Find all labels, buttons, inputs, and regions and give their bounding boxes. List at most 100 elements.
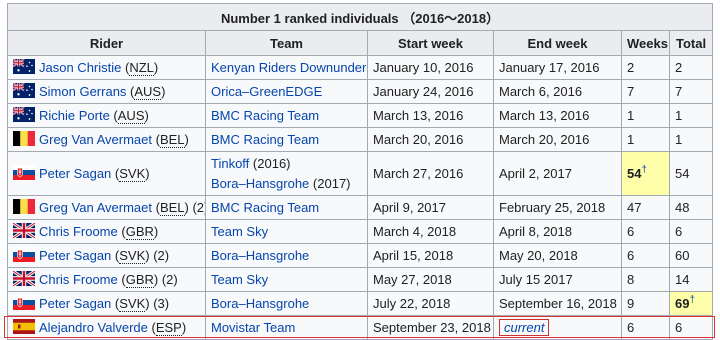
- rider-link[interactable]: Simon Gerrans: [39, 84, 126, 99]
- end-week-cell: January 17, 2016: [493, 55, 622, 80]
- rider-cell: Greg Van Avermaet (BEL) (2): [7, 195, 206, 220]
- team-link[interactable]: Kenyan Riders Downunder: [211, 60, 366, 75]
- weeks-cell-record: 54†: [621, 151, 670, 196]
- team-link[interactable]: Tinkoff: [211, 156, 249, 171]
- total-cell: 60: [668, 243, 714, 268]
- country-code[interactable]: GBR: [125, 271, 154, 288]
- belgium-flag-icon: [13, 130, 35, 149]
- slovakia-flag-icon: [13, 294, 35, 313]
- rider-cell: Peter Sagan (SVK): [7, 151, 206, 196]
- end-week-cell: April 2, 2017: [493, 151, 622, 196]
- team-link[interactable]: Team Sky: [211, 224, 268, 239]
- team-link[interactable]: BMC Racing Team: [211, 132, 319, 147]
- header-weeks[interactable]: Weeks: [621, 30, 670, 56]
- header-total[interactable]: Total: [668, 30, 714, 56]
- team-cell: BMC Racing Team: [205, 103, 368, 128]
- team-link[interactable]: Team Sky: [211, 272, 268, 287]
- weeks-cell: 8: [621, 267, 670, 292]
- start-week-cell: September 23, 2018: [367, 315, 494, 340]
- rider-link[interactable]: Richie Porte: [39, 108, 110, 123]
- team-link[interactable]: BMC Racing Team: [211, 108, 319, 123]
- country-code[interactable]: SVK: [119, 295, 146, 312]
- header-start-week[interactable]: Start week: [367, 30, 494, 56]
- rider-link[interactable]: Peter Sagan: [39, 248, 111, 263]
- end-week-cell: April 8, 2018: [493, 219, 622, 244]
- rider-link[interactable]: Chris Froome: [39, 224, 118, 239]
- total-cell: 6: [668, 315, 714, 340]
- team-link[interactable]: Orica–GreenEDGE: [211, 84, 322, 99]
- rider-link[interactable]: Peter Sagan: [39, 296, 111, 311]
- country-code[interactable]: SVK: [119, 165, 146, 182]
- total-cell: 6: [668, 219, 714, 244]
- total-cell: 2: [668, 55, 714, 80]
- team-link[interactable]: Bora–Hansgrohe: [211, 176, 309, 191]
- country-code[interactable]: AUS: [117, 107, 145, 124]
- country-code[interactable]: AUS: [134, 83, 162, 100]
- rider-link[interactable]: Peter Sagan: [39, 166, 111, 181]
- team-link[interactable]: Bora–Hansgrohe: [211, 248, 309, 263]
- rider-cell: Chris Froome (GBR): [7, 219, 206, 244]
- start-week-cell: March 20, 2016: [367, 127, 494, 152]
- weeks-cell: 1: [621, 103, 670, 128]
- table-row: Peter Sagan (SVK) (2) Bora–Hansgrohe April…: [7, 243, 714, 268]
- team-cell: Team Sky: [205, 267, 368, 292]
- team-years: (2017): [312, 175, 351, 191]
- end-week-cell: March 13, 2016: [493, 103, 622, 128]
- start-week-cell: March 13, 2016: [367, 103, 494, 128]
- team-link[interactable]: Movistar Team: [211, 320, 295, 335]
- record-dagger: †: [641, 164, 648, 176]
- weeks-cell: 7: [621, 79, 670, 104]
- table-row: Peter Sagan (SVK) Tinkoff (2016) Bora–Hans…: [7, 151, 714, 196]
- rider-cell: Peter Sagan (SVK) (3): [7, 291, 206, 316]
- weeks-cell: 2: [621, 55, 670, 80]
- table-row: Alejandro Valverde (ESP) Movistar Team Sep…: [7, 315, 714, 340]
- spain-flag-icon: [13, 318, 35, 337]
- country-code[interactable]: SVK: [119, 247, 146, 264]
- table-row: Simon Gerrans (AUS) Orica–GreenEDGE Januar…: [7, 79, 714, 104]
- rider-link[interactable]: Alejandro Valverde: [39, 320, 148, 335]
- weeks-value: 54: [627, 166, 642, 181]
- start-week-cell: January 24, 2016: [367, 79, 494, 104]
- rider-link[interactable]: Greg Van Avermaet: [39, 200, 152, 215]
- team-link[interactable]: BMC Racing Team: [211, 200, 319, 215]
- end-week-cell: May 20, 2018: [493, 243, 622, 268]
- end-week-cell: July 15 2017: [493, 267, 622, 292]
- united-kingdom-flag-icon: [12, 269, 36, 289]
- end-week-cell: March 6, 2016: [493, 79, 622, 104]
- rider-link[interactable]: Jason Christie: [39, 60, 121, 75]
- australia-flag-icon: [12, 81, 35, 101]
- table-row: Greg Van Avermaet (BEL) BMC Racing Team Ma…: [7, 127, 714, 152]
- header-end-week[interactable]: End week: [493, 30, 622, 56]
- country-code[interactable]: GBR: [125, 223, 154, 240]
- total-cell: 7: [668, 79, 714, 104]
- header-team[interactable]: Team: [205, 30, 368, 56]
- rider-cell: Chris Froome (GBR) (2): [7, 267, 206, 292]
- total-cell: 14: [668, 267, 714, 292]
- rankings-table: Number 1 ranked individuals （2016～2018） …: [6, 3, 714, 340]
- stint-count: (3): [153, 295, 170, 311]
- team-cell: Team Sky: [205, 219, 368, 244]
- header-rider[interactable]: Rider: [7, 30, 206, 56]
- rider-link[interactable]: Chris Froome: [39, 272, 118, 287]
- rider-cell: Simon Gerrans (AUS): [7, 79, 206, 104]
- total-cell: 48: [668, 195, 714, 220]
- team-years: (2016): [252, 155, 291, 171]
- united-kingdom-flag-icon: [12, 221, 36, 241]
- country-code[interactable]: NZL: [129, 59, 154, 76]
- rider-link[interactable]: Greg Van Avermaet: [39, 132, 152, 147]
- table-row: Chris Froome (GBR) Team Sky March 4, 2018 A…: [7, 219, 714, 244]
- australia-flag-icon: [12, 105, 35, 125]
- table-row: Peter Sagan (SVK) (3) Bora–Hansgrohe July …: [7, 291, 714, 316]
- record-dagger: †: [689, 294, 696, 306]
- rider-cell: Peter Sagan (SVK) (2): [7, 243, 206, 268]
- team-cell: Tinkoff (2016) Bora–Hansgrohe (2017): [205, 151, 368, 196]
- team-link[interactable]: Bora–Hansgrohe: [211, 296, 309, 311]
- table-row: Richie Porte (AUS) BMC Racing Team March 1…: [7, 103, 714, 128]
- start-week-cell: April 15, 2018: [367, 243, 494, 268]
- country-code[interactable]: ESP: [155, 319, 182, 336]
- start-week-cell: May 27, 2018: [367, 267, 494, 292]
- country-code[interactable]: BEL: [159, 131, 185, 148]
- stint-count: (2): [192, 199, 205, 215]
- total-value: 69: [675, 296, 690, 311]
- country-code[interactable]: BEL: [159, 199, 185, 216]
